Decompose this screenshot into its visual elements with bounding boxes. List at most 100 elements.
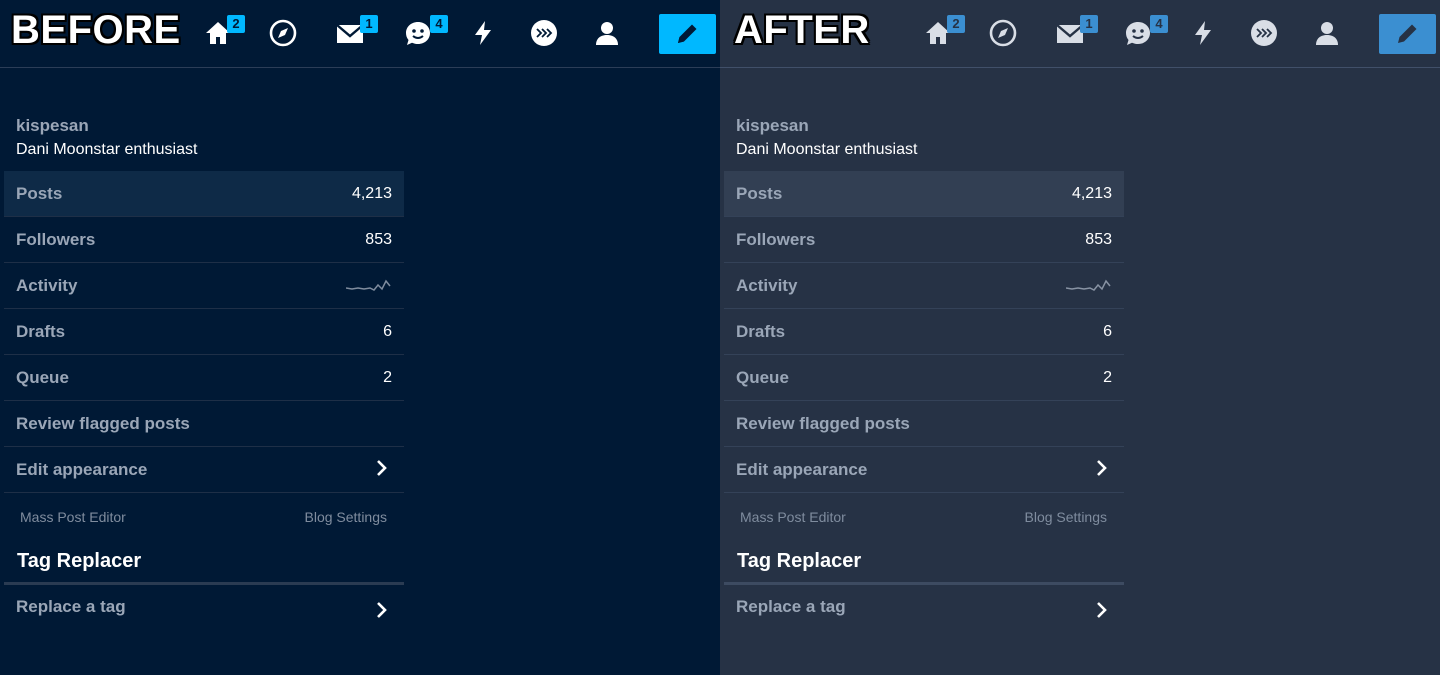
menu-item-label: Activity <box>736 276 798 295</box>
replace-tag-item[interactable]: Replace a tag <box>4 585 404 631</box>
menu-item-label: Edit appearance <box>736 460 868 479</box>
lightning-icon <box>1195 21 1211 45</box>
messages-button[interactable]: 4 <box>1124 15 1168 48</box>
explore-button[interactable] <box>988 18 1018 48</box>
section-title: Tag Replacer <box>17 550 142 572</box>
blog-description: Dani Moonstar enthusiast <box>736 141 918 158</box>
blog-name[interactable]: kispesan <box>16 116 89 136</box>
menu-item-label: Review flagged posts <box>736 414 910 433</box>
drafts-count: 6 <box>1103 323 1112 340</box>
menu-item-label: Edit appearance <box>16 460 148 479</box>
panel-label: AFTER <box>734 8 870 52</box>
menu-item-edit-appearance[interactable]: Edit appearance <box>4 447 404 493</box>
menu-item-label: Queue <box>16 368 69 387</box>
blog-links: Mass Post Editor Blog Settings <box>724 493 1124 539</box>
home-badge: 2 <box>227 15 245 33</box>
menu-item-followers[interactable]: Followers 853 <box>4 217 404 263</box>
menu-item-label: Drafts <box>16 322 66 341</box>
menu-item-activity[interactable]: Activity <box>4 263 404 309</box>
panel-label: BEFORE <box>11 8 181 52</box>
blog-menu: Posts 4,213 Followers 853 Activity Draft… <box>4 171 404 631</box>
menu-item-posts[interactable]: Posts 4,213 <box>724 171 1124 217</box>
home-button[interactable]: 2 <box>923 15 965 48</box>
activity-button[interactable] <box>468 18 498 48</box>
pencil-icon <box>678 24 697 43</box>
before-panel: BEFORE 2 1 4 kispesan Dani Moonstar enth… <box>0 0 720 675</box>
store-button[interactable] <box>1249 18 1279 48</box>
mass-post-editor-link[interactable]: Mass Post Editor <box>740 509 846 525</box>
messages-button[interactable]: 4 <box>404 15 448 48</box>
menu-item-label: Activity <box>16 276 78 295</box>
compose-button[interactable] <box>1379 14 1436 54</box>
menu-item-review-flagged[interactable]: Review flagged posts <box>724 401 1124 447</box>
posts-count: 4,213 <box>351 185 392 202</box>
store-icon <box>1251 20 1277 46</box>
home-button[interactable]: 2 <box>203 15 245 48</box>
queue-count: 2 <box>383 369 392 386</box>
menu-item-edit-appearance[interactable]: Edit appearance <box>724 447 1124 493</box>
account-icon <box>596 22 618 45</box>
store-button[interactable] <box>529 18 559 48</box>
compass-icon <box>269 19 297 47</box>
replace-tag-item[interactable]: Replace a tag <box>724 585 1124 631</box>
menu-item-label: Posts <box>16 184 63 203</box>
menu-item-label: Review flagged posts <box>16 414 190 433</box>
compose-button[interactable] <box>659 14 716 54</box>
sparkline-icon <box>346 279 391 291</box>
blog-links: Mass Post Editor Blog Settings <box>4 493 404 539</box>
menu-item-queue[interactable]: Queue 2 <box>724 355 1124 401</box>
inbox-badge: 1 <box>1080 15 1098 33</box>
followers-count: 853 <box>365 231 392 248</box>
inbox-button[interactable]: 1 <box>1056 15 1098 48</box>
section-title: Tag Replacer <box>737 550 862 572</box>
menu-item-label: Followers <box>16 230 96 249</box>
account-button[interactable] <box>592 18 622 48</box>
menu-item-posts[interactable]: Posts 4,213 <box>4 171 404 217</box>
home-badge: 2 <box>947 15 965 33</box>
blog-settings-link[interactable]: Blog Settings <box>1025 509 1108 525</box>
tag-replacer-heading: Tag Replacer <box>724 539 1124 585</box>
store-icon <box>531 20 557 46</box>
sparkline-icon <box>1066 279 1111 291</box>
followers-count: 853 <box>1085 231 1112 248</box>
account-icon <box>1316 22 1338 45</box>
mass-post-editor-link[interactable]: Mass Post Editor <box>20 509 126 525</box>
menu-item-label: Queue <box>736 368 789 387</box>
explore-button[interactable] <box>268 18 298 48</box>
chevron-right-icon <box>1097 602 1107 618</box>
menu-item-label: Drafts <box>736 322 786 341</box>
compass-icon <box>989 19 1017 47</box>
lightning-icon <box>475 21 491 45</box>
top-navigation: AFTER 2 1 4 <box>720 0 1440 68</box>
posts-count: 4,213 <box>1071 185 1112 202</box>
blog-name[interactable]: kispesan <box>736 116 809 136</box>
menu-item-drafts[interactable]: Drafts 6 <box>724 309 1124 355</box>
inbox-button[interactable]: 1 <box>336 15 378 48</box>
queue-count: 2 <box>1103 369 1112 386</box>
top-navigation: BEFORE 2 1 4 <box>0 0 720 68</box>
blog-settings-link[interactable]: Blog Settings <box>305 509 388 525</box>
pencil-icon <box>1398 24 1417 43</box>
account-button[interactable] <box>1312 18 1342 48</box>
chevron-right-icon <box>377 602 387 618</box>
blog-description: Dani Moonstar enthusiast <box>16 141 198 158</box>
menu-item-queue[interactable]: Queue 2 <box>4 355 404 401</box>
chevron-right-icon <box>1097 460 1107 476</box>
menu-item-label: Posts <box>736 184 783 203</box>
menu-item-activity[interactable]: Activity <box>724 263 1124 309</box>
messages-badge: 4 <box>1150 15 1168 33</box>
messages-badge: 4 <box>430 15 448 33</box>
inbox-badge: 1 <box>360 15 378 33</box>
menu-item-label: Replace a tag <box>16 597 126 616</box>
activity-button[interactable] <box>1188 18 1218 48</box>
tag-replacer-heading: Tag Replacer <box>4 539 404 585</box>
menu-item-label: Followers <box>736 230 816 249</box>
menu-item-label: Replace a tag <box>736 597 846 616</box>
menu-item-followers[interactable]: Followers 853 <box>724 217 1124 263</box>
chevron-right-icon <box>377 460 387 476</box>
blog-menu: Posts 4,213 Followers 853 Activity Draft… <box>724 171 1124 631</box>
drafts-count: 6 <box>383 323 392 340</box>
menu-item-drafts[interactable]: Drafts 6 <box>4 309 404 355</box>
menu-item-review-flagged[interactable]: Review flagged posts <box>4 401 404 447</box>
after-panel: AFTER 2 1 4 kispesan Dani Moonstar enthu… <box>720 0 1440 675</box>
